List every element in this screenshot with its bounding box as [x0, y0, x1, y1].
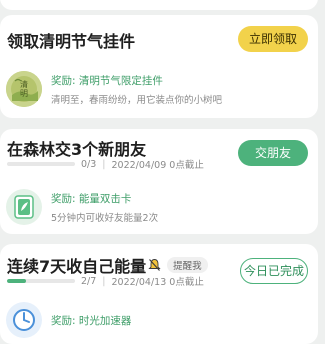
reward-description: 5分钟内可收好友能量2次 — [51, 212, 159, 224]
remind-me-tag[interactable]: 提醒我 — [167, 257, 208, 273]
pendant-label: 清明 — [19, 80, 29, 98]
reward-description: 清明至，春雨纷纷，用它装点你的小树吧 — [51, 94, 223, 106]
divider: | — [102, 158, 106, 170]
reward-row: 奖励: 能量双击卡 5分钟内可收好友能量2次 — [6, 189, 310, 225]
energy-card-graphic — [14, 195, 34, 219]
task-card-collect-energy: 连续7天收自己能量 提醒我 今日已完成 2/7 | 2022/04/13 0点截… — [0, 244, 318, 344]
deadline: 2022/04/13 0点截止 — [111, 277, 204, 288]
divider: | — [102, 275, 106, 287]
reward-row: 奖励: 时光加速器 — [6, 302, 310, 338]
reward-row: 清明 奖励: 清明节气限定挂件 清明至，春雨纷纷，用它装点你的小树吧 — [6, 71, 310, 107]
completed-today-button: 今日已完成 — [240, 258, 308, 284]
reward-title: 奖励: 时光加速器 — [51, 314, 132, 327]
progress-row: 0/3 | 2022/04/09 0点截止 — [7, 158, 204, 171]
task-card-make-friends: 在森林交3个新朋友 交朋友 0/3 | 2022/04/09 0点截止 奖励: … — [0, 129, 318, 234]
previous-task-card — [0, 0, 318, 10]
reward-title: 奖励: 清明节气限定挂件 — [51, 74, 163, 87]
reward-title: 奖励: 能量双击卡 — [51, 192, 132, 205]
progress-count: 2/7 — [81, 275, 97, 287]
progress-bar — [7, 162, 75, 166]
time-accelerator-icon — [6, 302, 42, 338]
progress-fill — [7, 279, 27, 283]
claim-now-button[interactable]: 立即领取 — [238, 26, 308, 52]
bell-icon — [148, 259, 161, 271]
deadline: 2022/04/09 0点截止 — [111, 160, 204, 171]
time-accelerator-graphic — [13, 309, 35, 331]
energy-double-card-icon — [6, 189, 42, 225]
progress-bar — [7, 279, 75, 283]
task-title: 领取清明节气挂件 — [7, 32, 136, 51]
make-friends-button[interactable]: 交朋友 — [238, 140, 308, 166]
progress-row: 2/7 | 2022/04/13 0点截止 — [7, 275, 204, 288]
task-card-qingming: 领取清明节气挂件 立即领取 清明 奖励: 清明节气限定挂件 清明至，春雨纷纷，用… — [0, 15, 318, 118]
progress-count: 0/3 — [81, 158, 97, 170]
qingming-pendant-icon: 清明 — [6, 71, 42, 107]
